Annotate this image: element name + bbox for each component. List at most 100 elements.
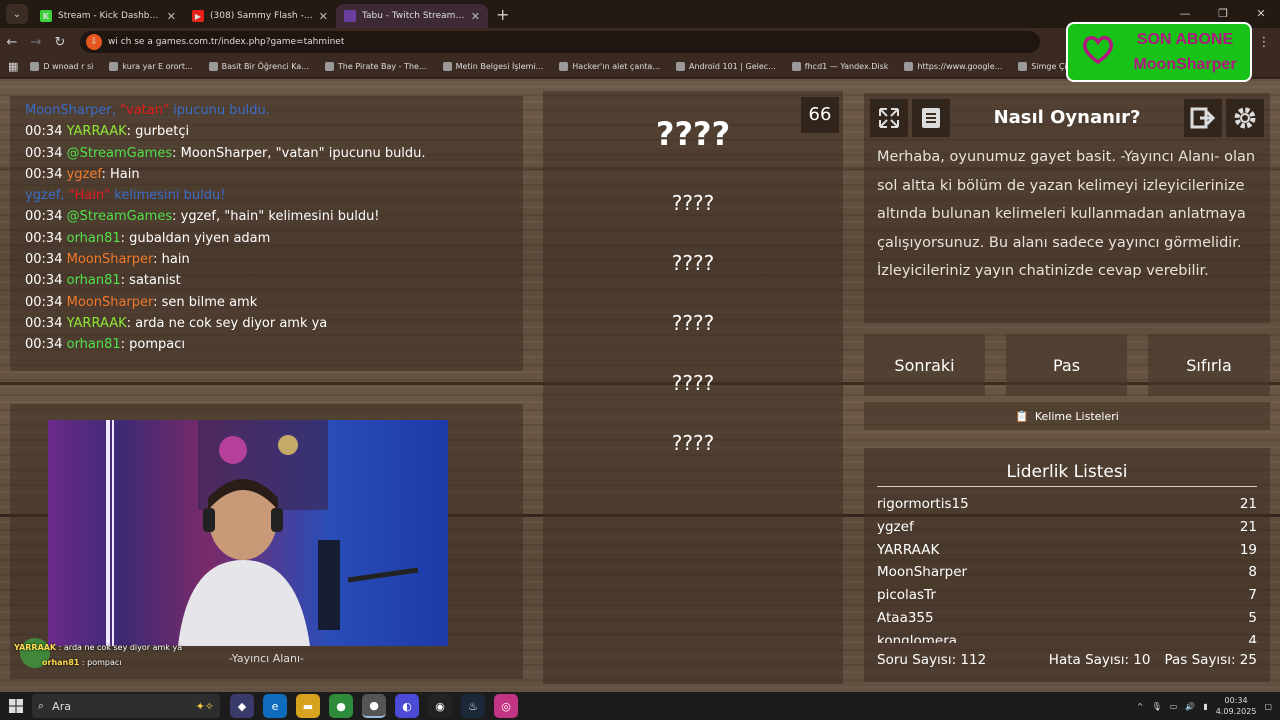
search-icon: ⌕ (38, 699, 45, 712)
bookmark-item[interactable]: Metin Belgesi İşlemi... (442, 62, 543, 71)
windows-taskbar: ⌕ Ara ✦✧ ◆ e ▬ ● ● ◐ ◉ ♨ ◎ ^ 🎙 ▭ 🔊 ▮ 00:… (0, 692, 1280, 720)
bookmark-item[interactable]: The Pirate Bay - The... (324, 62, 427, 71)
how-to-play-panel: Nasıl Oynanır? Merhaba, oyunumuz gayet b… (864, 93, 1270, 323)
apps-icon[interactable]: ▦ (8, 60, 18, 73)
exit-icon[interactable] (1184, 99, 1222, 137)
heart-icon (1076, 35, 1120, 69)
close-tab-icon[interactable]: ✕ (471, 10, 480, 23)
word-card: 66 ???? ???? ???? ???? ???? ???? (543, 91, 843, 684)
instagram-icon[interactable]: ◎ (494, 694, 518, 718)
player-name: rigormortis15 (877, 496, 969, 512)
bookmark-favicon-icon (109, 62, 119, 71)
next-button[interactable]: Sonraki (864, 334, 985, 396)
pass-count: Pas Sayısı: 25 (1164, 652, 1257, 668)
bookmark-item[interactable]: https://www.google... (904, 62, 1002, 71)
steam-icon[interactable]: ♨ (461, 694, 485, 718)
leaderboard-row: ygzef 21 (877, 516, 1257, 539)
chat-text: : gubaldan yiyen adam (120, 230, 271, 246)
volume-icon[interactable]: 🔊 (1185, 702, 1195, 711)
battery-icon[interactable]: ▮ (1203, 702, 1207, 711)
notification-icon[interactable]: ▢ (1264, 702, 1272, 711)
bookmark-favicon-icon (1018, 62, 1028, 71)
bookmark-item[interactable]: kura yar E orort... (109, 62, 193, 71)
taskbar-search[interactable]: ⌕ Ara ✦✧ (32, 694, 220, 718)
taskbar-apps: ◆ e ▬ ● ● ◐ ◉ ♨ ◎ (230, 694, 518, 718)
chat-time: 00:34 (25, 166, 63, 182)
chat-log: MoonSharper, "vatan" ipucunu buldu. 00:34… (25, 100, 508, 356)
leaderboard-row: YARRAAK 19 (877, 539, 1257, 562)
bookmark-item[interactable]: fhcd1 — Yandex.Disk (791, 62, 888, 71)
close-tab-icon[interactable]: ✕ (319, 10, 328, 23)
leaderboard-row: picolasTr 7 (877, 584, 1257, 607)
url-field[interactable]: ⇩ wi ch se a games.com.tr/index.php?game… (80, 31, 1040, 53)
player-score: 7 (1248, 587, 1257, 604)
tab-favicon-icon: K (40, 10, 52, 22)
bookmark-item[interactable]: D wnoad r si (30, 62, 93, 71)
pass-button[interactable]: Pas (1006, 334, 1127, 396)
bookmark-favicon-icon (791, 62, 801, 71)
bookmark-favicon-icon (904, 62, 914, 71)
leaderboard-list[interactable]: rigormortis15 21 ygzef 21 YARRAAK 19 MoonSharp… (877, 493, 1257, 643)
tab-search-icon[interactable]: ⌄ (6, 4, 28, 24)
chat-message: 00:34 MoonSharper: sen bilme amk (25, 292, 508, 313)
chrome-active-icon[interactable]: ● (362, 694, 386, 718)
error-count: Hata Sayısı: 10 (1048, 652, 1151, 668)
back-icon[interactable]: ← (0, 35, 24, 50)
player-score: 8 (1248, 564, 1257, 581)
chat-text: : sen bilme amk (153, 294, 258, 310)
player-score: 4 (1248, 632, 1257, 643)
reset-button[interactable]: Sıfırla (1148, 334, 1270, 396)
close-tab-icon[interactable]: ✕ (167, 10, 176, 23)
chat-message: MoonSharper, "vatan" ipucunu buldu. (25, 103, 270, 118)
new-tab-icon[interactable]: + (496, 5, 509, 24)
browser-menu-icon[interactable]: ⋮ (1252, 35, 1276, 50)
chat-text: : MoonSharper, "vatan" ipucunu buldu. (172, 145, 426, 161)
obs-icon[interactable]: ◉ (428, 694, 452, 718)
chat-username: orhan81 (66, 230, 121, 246)
bookmark-list: D wnoad r si kura yar E orort... Basit Bi… (30, 62, 1121, 71)
browser-tab[interactable]: ▶ (308) Sammy Flash - "Alla Yar" (✕ (184, 4, 336, 28)
chat-time: 00:34 (25, 294, 63, 310)
network-icon[interactable]: ▭ (1170, 702, 1178, 711)
chat-username: @StreamGames (66, 145, 173, 161)
word-lists-button[interactable]: 📋 Kelime Listeleri (864, 402, 1270, 430)
clock[interactable]: 00:34 4.09.2025 (1216, 695, 1257, 717)
forward-icon[interactable]: → (24, 35, 48, 50)
chat-username: YARRAAK (66, 315, 127, 331)
reload-icon[interactable]: ↻ (48, 35, 72, 50)
settings-gear-icon[interactable] (1226, 99, 1264, 137)
leaderboard-row: Ataa355 5 (877, 607, 1257, 630)
tray-chevron-icon[interactable]: ^ (1137, 702, 1144, 711)
bookmark-favicon-icon (442, 62, 452, 71)
chat-panel: MoonSharper, "vatan" ipucunu buldu. 00:34… (10, 96, 523, 371)
webcam-scene (178, 420, 419, 646)
overlay-line: YARRAAK : arda ne cok sey diyor amk ya (14, 643, 183, 652)
bookmark-favicon-icon (559, 62, 569, 71)
question-count: Soru Sayısı: 112 (877, 652, 987, 668)
tab-strip: K Stream - Kick Dashboard ✕ ▶ (308) Sammy Fl… (32, 0, 488, 28)
mic-icon[interactable]: 🎙 (1152, 702, 1162, 711)
browser-tab[interactable]: Tabu - Twitch Stream Game ✕ (336, 4, 488, 28)
windows-start-icon[interactable] (0, 692, 32, 720)
player-score: 19 (1239, 541, 1257, 558)
bookmark-item[interactable]: Basit Bir Öğrenci Ka... (208, 62, 309, 71)
word-lists-label: Kelime Listeleri (1034, 409, 1119, 423)
system-tray: ^ 🎙 ▭ 🔊 ▮ 00:34 4.09.2025 ▢ (1137, 692, 1272, 720)
secret-word: ???? (655, 115, 731, 153)
chat-message: 00:34 orhan81: satanist (25, 270, 508, 291)
forbidden-word: ???? (671, 191, 715, 215)
chrome-icon[interactable]: ● (329, 694, 353, 718)
subscriber-alert: SON ABONE MoonSharper (1066, 22, 1252, 82)
chat-time: 00:34 (25, 145, 63, 161)
player-name: YARRAAK (877, 541, 940, 558)
file-explorer-icon[interactable]: ▬ (296, 694, 320, 718)
edge-icon[interactable]: e (263, 694, 287, 718)
download-icon[interactable]: ⇩ (86, 34, 102, 50)
discord-icon[interactable]: ◐ (395, 694, 419, 718)
chat-username: @StreamGames (66, 209, 173, 225)
bookmark-item[interactable]: Hacker'ın alet çanta... (559, 62, 660, 71)
leaderboard-row: MoonSharper 8 (877, 561, 1257, 584)
copilot-icon[interactable]: ◆ (230, 694, 254, 718)
browser-tab[interactable]: K Stream - Kick Dashboard ✕ (32, 4, 184, 28)
bookmark-item[interactable]: Android 101 | Gelec... (675, 62, 776, 71)
